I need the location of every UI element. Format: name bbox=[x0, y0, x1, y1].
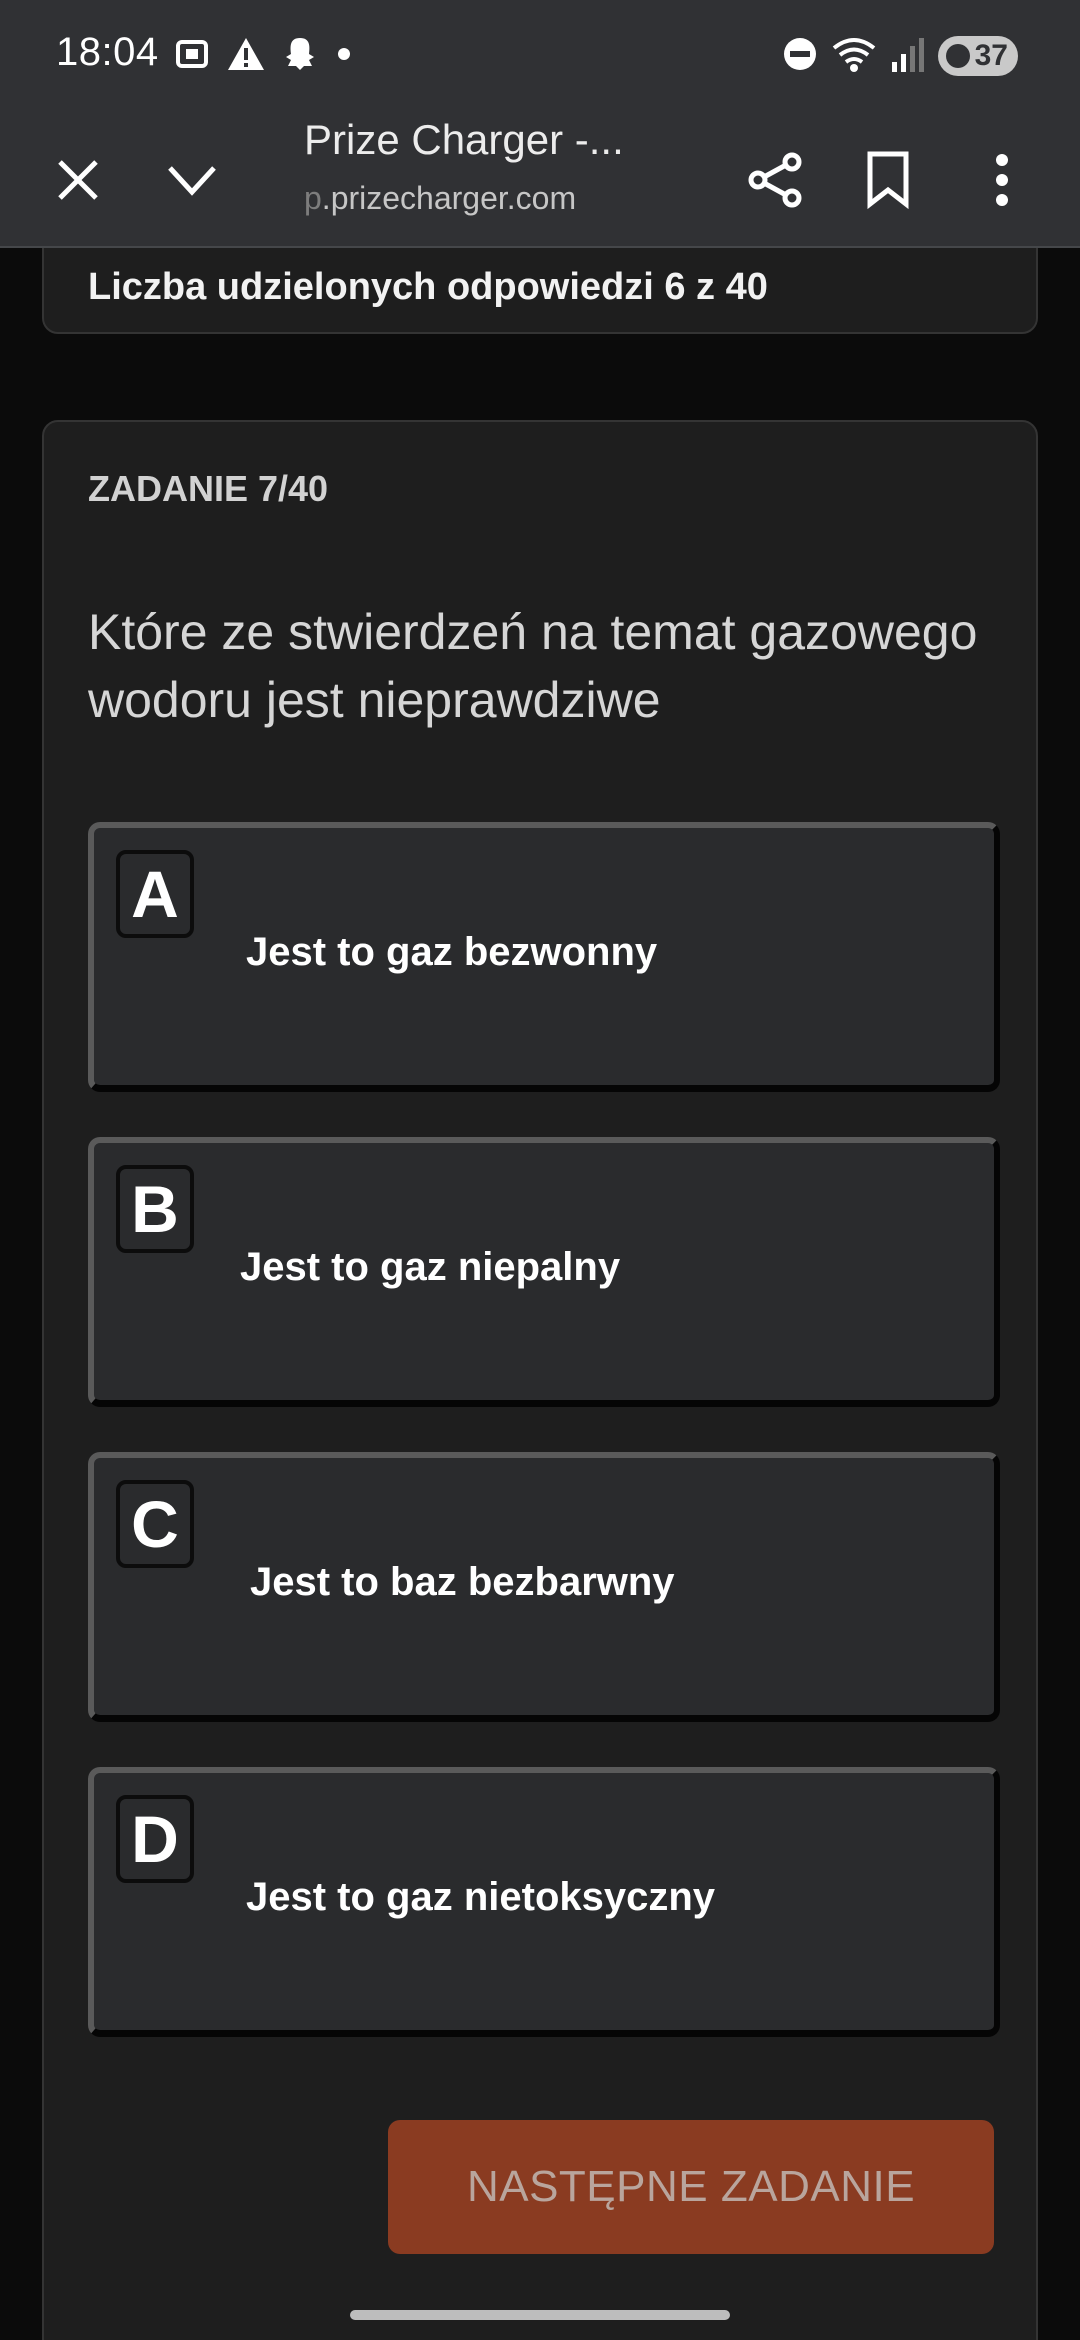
page-url[interactable]: p.prizecharger.com bbox=[304, 180, 576, 217]
close-tab-button[interactable] bbox=[34, 136, 122, 224]
task-card: ZADANIE 7/40 Które ze stwierdzeń na tema… bbox=[42, 420, 1038, 2340]
answer-letter: A bbox=[116, 850, 194, 938]
status-icons-right: 37 bbox=[782, 34, 1018, 78]
bookmark-button[interactable] bbox=[844, 136, 932, 224]
answer-letter: C bbox=[116, 1480, 194, 1568]
page-title[interactable]: Prize Charger -... bbox=[304, 116, 664, 164]
status-time: 18:04 bbox=[56, 30, 159, 74]
answer-text: Jest to gaz bezwonny bbox=[246, 930, 658, 974]
bookmark-icon bbox=[867, 151, 909, 210]
task-number: ZADANIE 7/40 bbox=[88, 468, 329, 509]
snapchat-icon bbox=[280, 34, 320, 79]
progress-card: Liczba udzielonych odpowiedzi 6 z 40 bbox=[42, 248, 1038, 334]
next-task-button[interactable]: NASTĘPNE ZADANIE bbox=[388, 2120, 994, 2254]
answer-letter: B bbox=[116, 1165, 194, 1253]
dnd-icon bbox=[782, 36, 818, 77]
answer-option-d[interactable]: D Jest to gaz nietoksyczny bbox=[88, 1767, 1000, 2037]
chevron-down-icon bbox=[168, 166, 216, 196]
answer-option-c[interactable]: C Jest to baz bezbarwny bbox=[88, 1452, 1000, 1722]
battery-saver-icon bbox=[946, 44, 970, 68]
warning-icon bbox=[226, 34, 266, 79]
answer-option-b[interactable]: B Jest to gaz niepalny bbox=[88, 1137, 1000, 1407]
share-icon bbox=[748, 152, 802, 208]
url-domain: .prizecharger.com bbox=[321, 180, 577, 216]
dot-icon bbox=[334, 34, 354, 79]
question-text: Które ze stwierdzeń na temat gazowego wo… bbox=[88, 604, 978, 728]
wifi-icon bbox=[830, 34, 878, 79]
url-prefix: p bbox=[304, 180, 322, 216]
home-gesture-bar[interactable] bbox=[350, 2310, 730, 2320]
more-options-button[interactable] bbox=[958, 136, 1046, 224]
answer-option-a[interactable]: A Jest to gaz bezwonny bbox=[88, 822, 1000, 1092]
close-icon bbox=[58, 160, 98, 200]
answer-text: Jest to gaz nietoksyczny bbox=[246, 1875, 716, 1919]
battery-indicator: 37 bbox=[938, 36, 1018, 76]
battery-level: 37 bbox=[974, 39, 1008, 72]
signal-icon bbox=[890, 34, 926, 79]
answer-letter: D bbox=[116, 1795, 194, 1883]
status-bar: 18:04 37 bbox=[0, 0, 1080, 112]
screenshot-icon bbox=[172, 34, 212, 79]
more-vert-icon bbox=[996, 154, 1008, 206]
browser-toolbar: Prize Charger -... p.prizecharger.com bbox=[0, 112, 1080, 248]
minimize-button[interactable] bbox=[148, 136, 236, 224]
page-content: Liczba udzielonych odpowiedzi 6 z 40 ZAD… bbox=[0, 248, 1080, 2340]
answer-text: Jest to baz bezbarwny bbox=[250, 1560, 675, 1604]
status-icons-left bbox=[172, 34, 354, 78]
answered-count: Liczba udzielonych odpowiedzi 6 z 40 bbox=[88, 266, 768, 308]
answer-text: Jest to gaz niepalny bbox=[240, 1245, 621, 1289]
browser-chrome: 18:04 37 Prize Charger -... p.prizecharg… bbox=[0, 0, 1080, 248]
share-button[interactable] bbox=[732, 136, 820, 224]
